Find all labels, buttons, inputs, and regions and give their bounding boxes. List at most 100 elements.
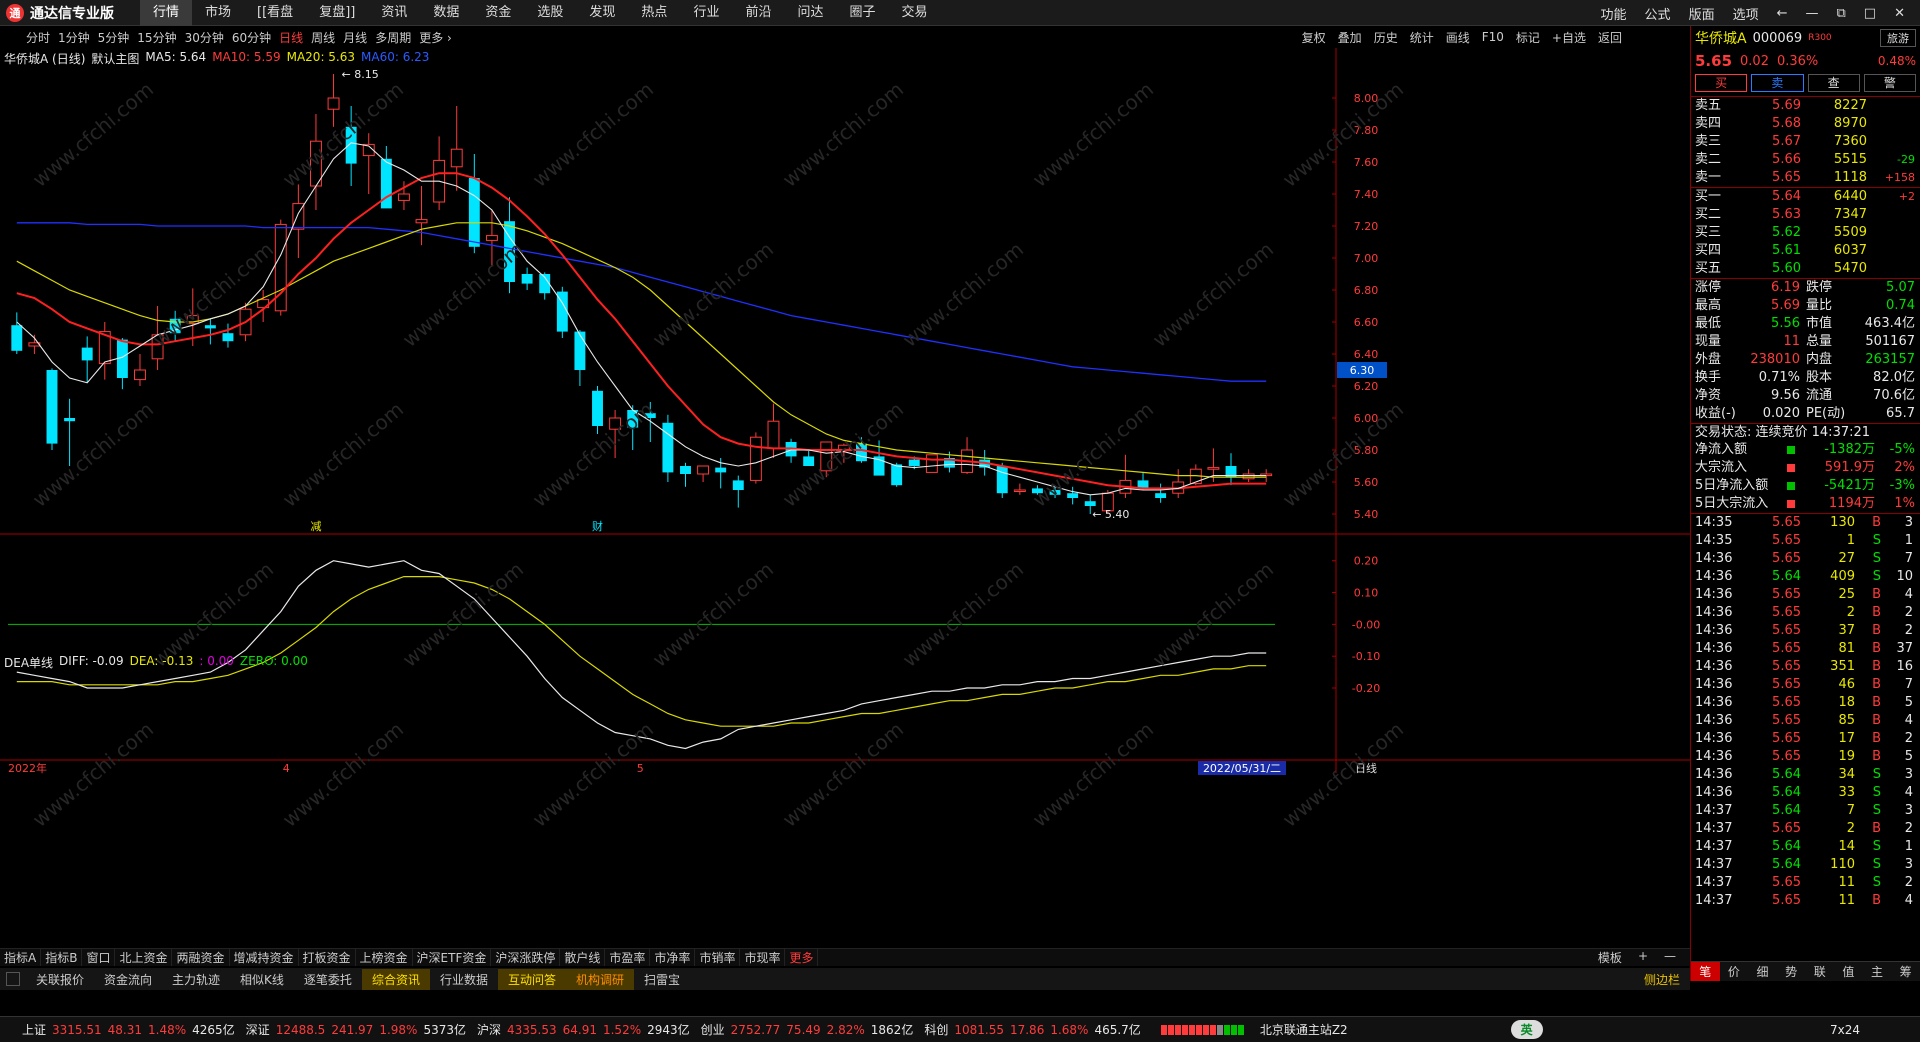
period-5[interactable]: 60分钟 [228,29,275,46]
period-0[interactable]: 分时 [22,29,54,46]
indicator-tab-6[interactable]: 打板资金 [299,949,356,966]
info-tab-0[interactable]: 关联报价 [26,969,94,990]
indicator-tab-3[interactable]: 北上资金 [115,949,173,966]
menu-item-5[interactable]: 数据 [420,0,472,26]
period-6[interactable]: 日线 [275,29,307,46]
indicator-tab-0[interactable]: 指标A [0,949,42,966]
info-tab-3[interactable]: 相似K线 [230,969,294,990]
window-menu-8[interactable]: ✕ [1885,6,1914,21]
quote-tab-5[interactable]: 值 [1834,962,1863,981]
info-tab-5[interactable]: 综合资讯 [361,968,430,990]
tool-2[interactable]: 历史 [1368,29,1404,46]
sidebar-toggle[interactable]: 侧边栏 [1634,971,1690,988]
tool-1[interactable]: 叠加 [1332,29,1368,46]
indicator-tab-1[interactable]: 指标B [41,949,83,966]
indicator-tab-12[interactable]: 市净率 [650,949,696,966]
info-tab-6[interactable]: 行业数据 [430,969,498,990]
info-tab-2[interactable]: 主力轨迹 [162,969,230,990]
menu-item-10[interactable]: 行业 [680,0,732,26]
info-tab-8[interactable]: 机构调研 [565,968,634,990]
menu-item-9[interactable]: 热点 [628,0,680,26]
menu-item-12[interactable]: 问达 [784,0,836,26]
menu-item-2[interactable]: [[看盘 [244,0,306,26]
menu-item-3[interactable]: 复盘]] [306,0,368,26]
window-menu-6[interactable]: ⧉ [1828,6,1855,21]
indicator-tab-5[interactable]: 增减持资金 [230,949,299,966]
indicator-tab-13[interactable]: 市销率 [695,949,741,966]
menu-item-0[interactable]: 行情 [140,0,193,26]
tool-0[interactable]: 复权 [1296,29,1332,46]
indicator-tab-15[interactable]: 更多 [785,949,819,966]
window-menu-2[interactable]: 版面 [1680,4,1724,23]
indicator-tab-4[interactable]: 两融资金 [172,949,230,966]
window-menu-0[interactable]: 功能 [1592,4,1636,23]
menu-item-6[interactable]: 资金 [472,0,524,26]
indicator-tab-7[interactable]: 上榜资金 [356,949,413,966]
quote-tab-7[interactable]: 筹 [1891,962,1920,981]
event-mark-1[interactable]: 减 [310,520,321,533]
window-menu-5[interactable]: — [1797,6,1828,21]
window-menu-7[interactable]: □ [1855,6,1885,21]
quote-tab-0[interactable]: 笔 [1691,962,1720,981]
server-label[interactable]: 北京联通主站Z2 [1257,1021,1351,1038]
menu-item-13[interactable]: 圈子 [836,0,888,26]
event-mark-2[interactable]: 财 [592,519,603,533]
indicator-tool-0[interactable]: 模板 [1590,949,1630,966]
info-tab-9[interactable]: 扫雷宝 [634,969,690,990]
menu-item-14[interactable]: 交易 [889,0,941,26]
indicator-tab-9[interactable]: 沪深涨跌停 [491,949,561,966]
quote-tab-2[interactable]: 细 [1748,962,1777,981]
period-3[interactable]: 15分钟 [133,29,180,46]
info-tab-1[interactable]: 资金流向 [94,969,162,990]
indicator-tab-11[interactable]: 市盈率 [605,949,651,966]
window-menu-4[interactable]: ← [1768,6,1797,21]
trade-button-1[interactable]: 卖 [1751,74,1804,92]
tool-7[interactable]: +自选 [1546,29,1592,46]
tool-6[interactable]: 标记 [1510,29,1546,46]
period-4[interactable]: 30分钟 [181,29,228,46]
indicator-tool-2[interactable]: — [1656,949,1684,966]
period-8[interactable]: 月线 [339,29,371,46]
index-name[interactable]: 沪深 [469,1021,504,1038]
period-10[interactable]: 更多 › [415,29,456,46]
menu-item-4[interactable]: 资讯 [368,0,420,26]
indicator-tab-2[interactable]: 窗口 [82,949,116,966]
index-name[interactable]: 创业 [693,1021,728,1038]
trade-button-2[interactable]: 查 [1807,74,1860,92]
index-name[interactable]: 深证 [238,1021,273,1038]
kline-chart[interactable]: 8.007.807.607.407.207.006.806.606.406.20… [0,48,1690,948]
indicator-tab-10[interactable]: 散户线 [560,949,606,966]
menu-item-1[interactable]: 市场 [192,0,244,26]
period-2[interactable]: 5分钟 [94,29,134,46]
news-7x24[interactable]: 7x24 [1827,1023,1920,1037]
trade-button-3[interactable]: 警 [1863,74,1916,92]
info-tab-4[interactable]: 逐笔委托 [294,969,362,990]
info-tab-7[interactable]: 互动问答 [497,968,566,990]
quote-tab-3[interactable]: 势 [1777,962,1806,981]
indicator-tab-14[interactable]: 市现率 [740,949,786,966]
tool-5[interactable]: F10 [1476,30,1510,44]
quote-tab-1[interactable]: 价 [1720,962,1749,981]
indicator-tool-1[interactable]: + [1630,949,1656,966]
indicator-tab-8[interactable]: 沪深ETF资金 [413,949,492,966]
menu-item-7[interactable]: 选股 [524,0,576,26]
index-name[interactable]: 科创 [916,1021,951,1038]
menu-item-8[interactable]: 发现 [576,0,628,26]
period-1[interactable]: 1分钟 [54,29,94,46]
collapse-icon[interactable] [6,972,20,986]
period-7[interactable]: 周线 [307,29,339,46]
quote-tab-4[interactable]: 联 [1806,962,1835,981]
kline-chart-area[interactable]: 8.00 7.80 7.60 7.40 7.20 7.00 6.80 6.60 6.40 6.20… [0,48,1690,948]
trade-button-0[interactable]: 买 [1695,74,1748,92]
index-name[interactable]: 上证 [0,1021,49,1038]
period-9[interactable]: 多周期 [371,29,415,46]
quote-tab-6[interactable]: 主 [1863,962,1892,981]
tool-8[interactable]: 返回 [1592,29,1628,46]
ime-indicator[interactable]: 英 [1510,1020,1543,1039]
window-menu-3[interactable]: 选项 [1724,4,1768,23]
template-label[interactable]: 默认主图 [91,50,139,67]
tool-4[interactable]: 画线 [1440,29,1476,46]
menu-item-11[interactable]: 前沿 [732,0,784,26]
macd-name-label[interactable]: DEA单线 [4,654,53,671]
tool-3[interactable]: 统计 [1404,29,1440,46]
